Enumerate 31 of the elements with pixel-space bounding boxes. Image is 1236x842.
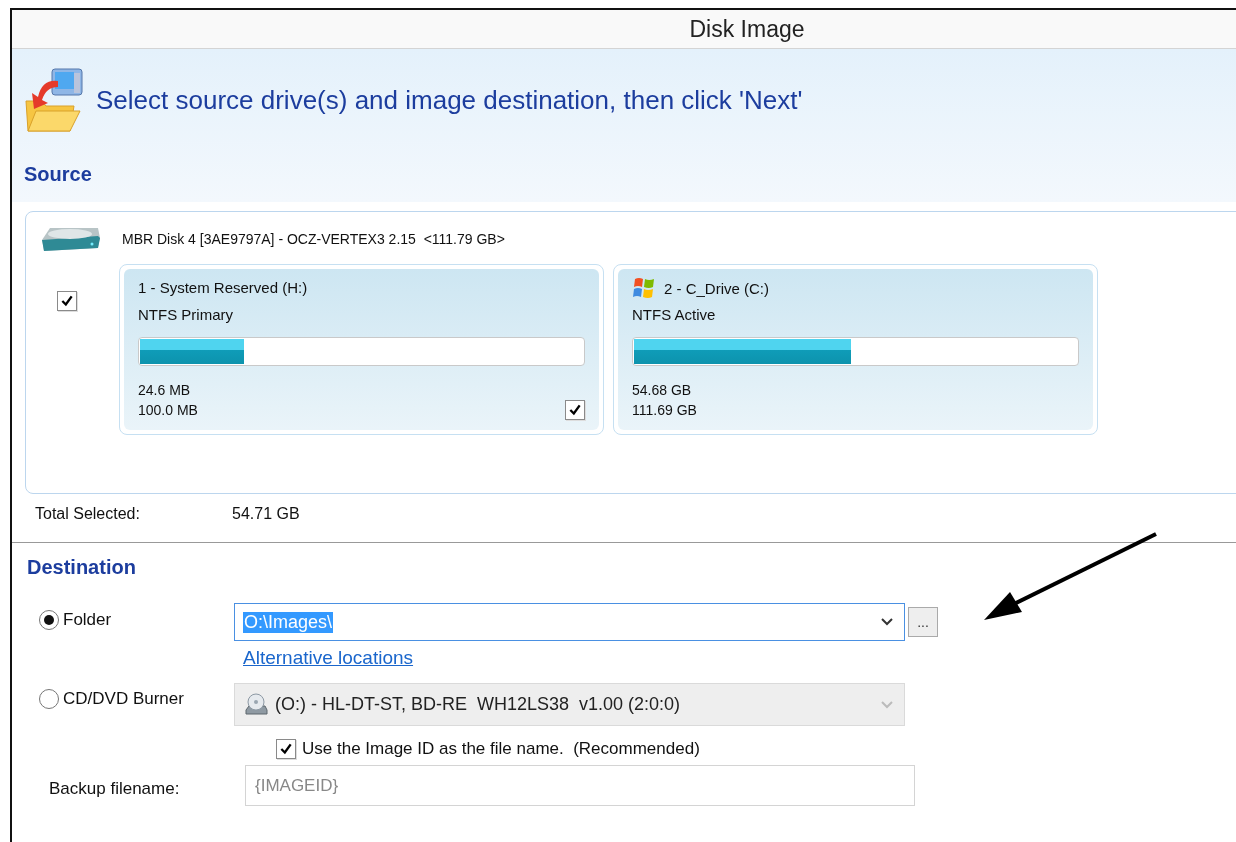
alternative-locations-link[interactable]: Alternative locations	[243, 647, 414, 669]
radio-label[interactable]: Folder	[63, 610, 112, 630]
backup-filename-field[interactable]: {IMAGEID}	[245, 765, 915, 806]
checkbox-label[interactable]: Use the Image ID as the file name. (Recommended)	[302, 739, 700, 759]
checkbox[interactable]	[57, 291, 77, 311]
total-selected-label: Total Selected:	[35, 505, 141, 524]
used-size: 24.6 MB	[138, 381, 192, 400]
partition-title: 1 - System Reserved (H:)	[138, 279, 308, 297]
total-size: 100.0 MB	[138, 401, 198, 420]
checkbox[interactable]	[565, 400, 585, 420]
radio-button[interactable]	[39, 610, 59, 630]
section-heading: Source	[24, 163, 93, 186]
disk-label: MBR Disk 4 [3AE9797A] - OCZ-VERTEX3 2.15 <111.79 GB>	[122, 231, 505, 247]
window-title: Disk Image	[12, 10, 1236, 49]
chevron-down-icon	[880, 617, 894, 627]
total-selected-value: 54.71 GB	[232, 505, 300, 524]
folder-computer-icon	[24, 67, 86, 133]
partition-card[interactable]: 2 - C_Drive (C:) NTFS Active 54.68 GB 111.69 GB	[618, 269, 1093, 430]
partition-title: 2 - C_Drive (C:)	[664, 279, 769, 297]
partition-type: NTFS Primary	[138, 305, 234, 323]
instruction-text: Select source drive(s) and image destination, then click 'Next'	[96, 84, 803, 116]
browse-button[interactable]: ...	[908, 607, 938, 637]
chevron-down-icon	[880, 699, 894, 710]
checkbox[interactable]	[276, 739, 296, 759]
total-size: 111.69 GB	[632, 401, 697, 420]
partition-type: NTFS Active	[632, 306, 717, 323]
section-heading: Destination	[27, 556, 137, 579]
backup-filename-label: Backup filename:	[48, 777, 181, 799]
partition-card[interactable]: 1 - System Reserved (H:) NTFS Primary 24.6 MB 100.0 MB	[124, 269, 599, 430]
used-size: 54.68 GB	[632, 381, 693, 400]
optical-drive-icon	[243, 692, 269, 717]
